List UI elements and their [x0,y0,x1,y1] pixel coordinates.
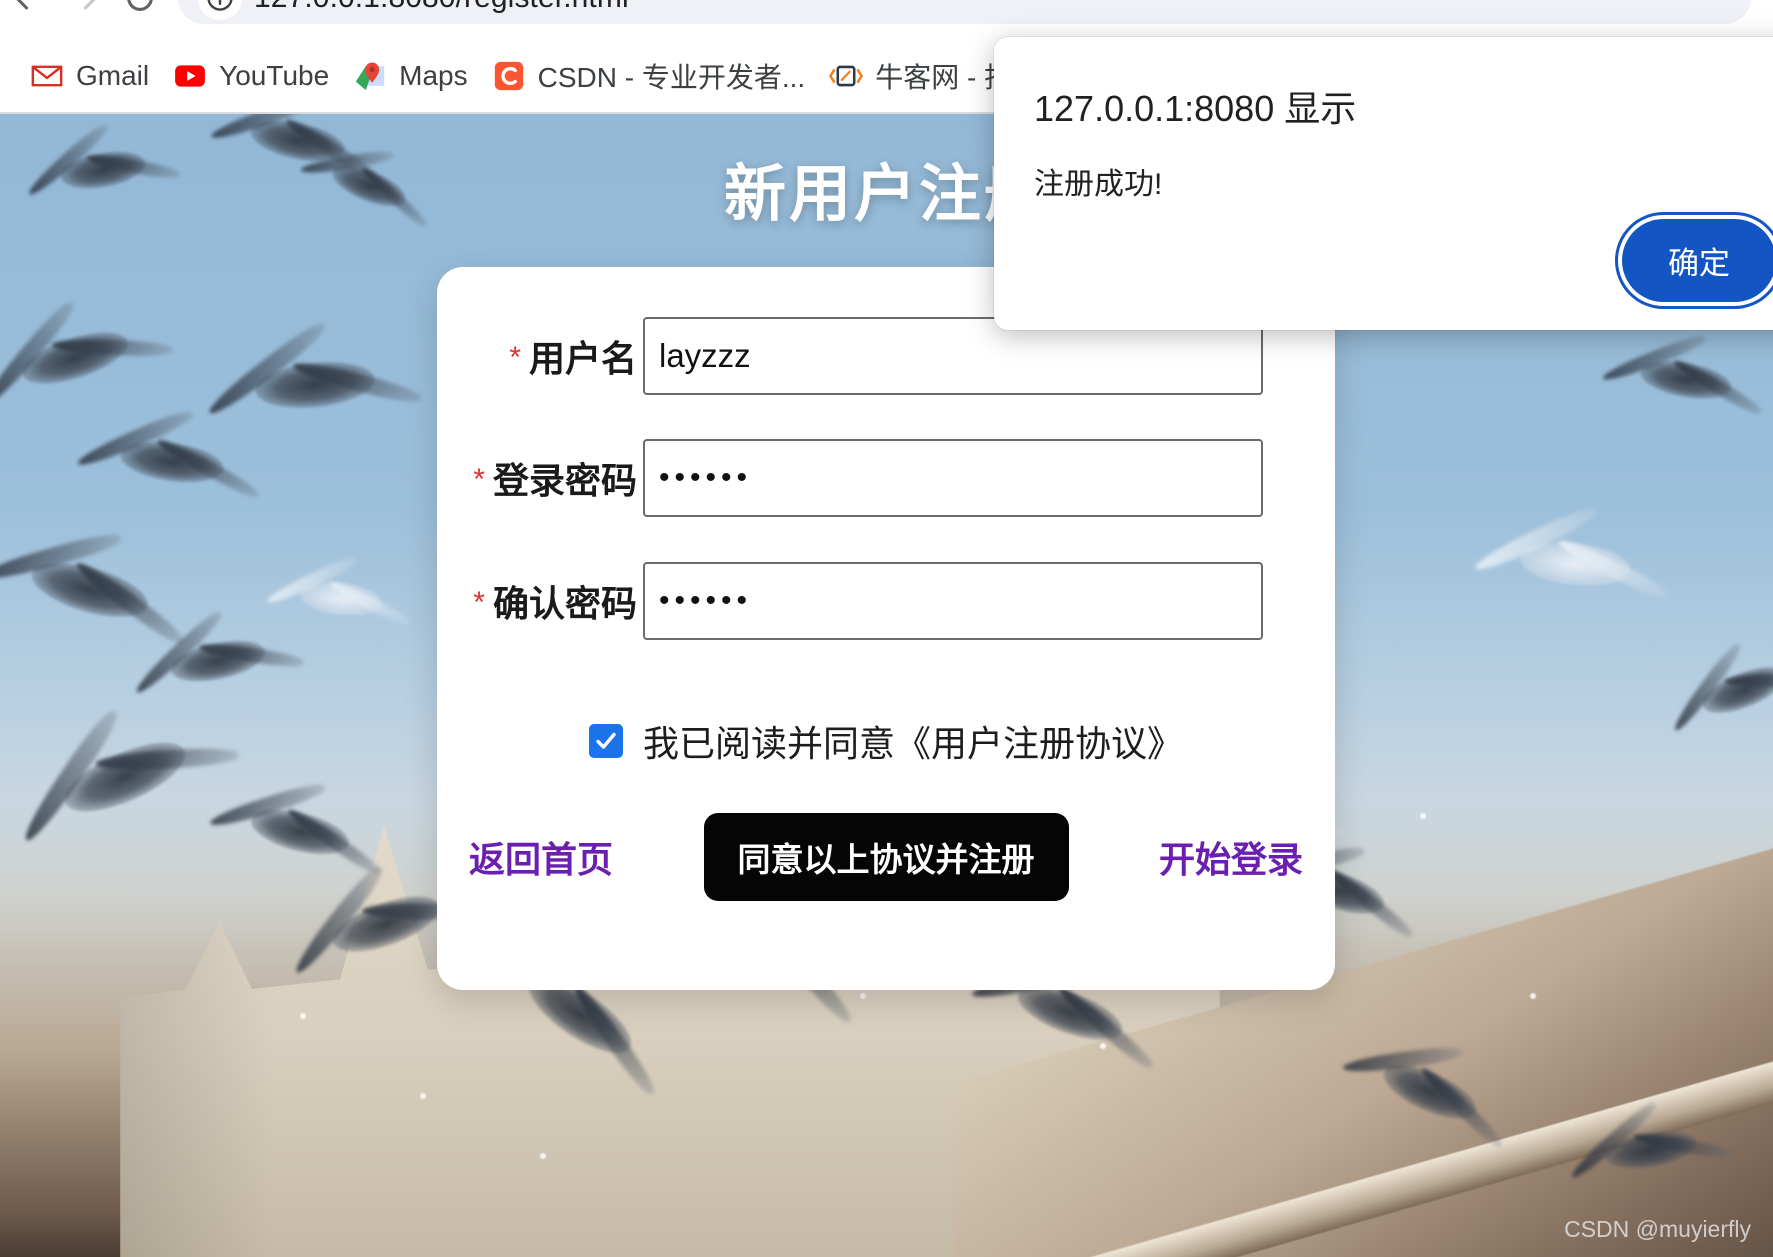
javascript-alert-dialog: 127.0.0.1:8080 显示 注册成功! 确定 [994,37,1773,330]
form-row-confirm-password: * 确认密码 [437,562,1335,640]
bookmark-label: Gmail [76,60,150,91]
reload-icon[interactable] [112,0,168,26]
alert-ok-button[interactable]: 确定 [1622,219,1773,302]
snow-speck [300,1013,306,1019]
gmail-icon [31,65,63,87]
snow-speck [420,1093,426,1099]
google-maps-icon [355,62,385,91]
csdn-watermark: CSDN @muyierfly [1564,1216,1751,1242]
bookmark-maps[interactable]: Maps [341,48,479,104]
required-asterisk: * [473,586,485,619]
password-label-cell: * 登录密码 [437,452,637,504]
bookmark-label: Maps [399,60,468,91]
register-card: * 用户名 * 登录密码 * [437,267,1335,990]
bookmark-label: YouTube [219,60,330,91]
start-login-link[interactable]: 开始登录 [1159,831,1303,883]
bookmark-gmail[interactable]: Gmail [18,48,161,104]
snow-speck [860,993,866,999]
back-arrow-icon[interactable] [0,0,56,26]
nowcoder-icon [829,65,864,87]
address-bar[interactable]: 127.0.0.1:8080/register.html [178,0,1751,24]
forward-arrow-icon[interactable] [56,0,112,26]
snow-speck [1100,1043,1106,1049]
password-label: 登录密码 [492,460,637,501]
snow-speck [1420,813,1426,819]
snow-speck [540,1153,546,1159]
csdn-icon [494,61,523,91]
bookmark-csdn[interactable]: CSDN - 专业开发者... [480,48,818,104]
register-submit-button[interactable]: 同意以上协议并注册 [703,813,1069,901]
required-asterisk: * [473,463,485,496]
screenshot-root: 新用户注册 * 用户名 * 登录密码 [0,0,1773,1257]
snow-speck [1530,993,1536,999]
confirm-password-label: 确认密码 [492,583,637,624]
form-row-password: * 登录密码 [437,439,1335,517]
password-input[interactable] [643,439,1263,517]
confirm-password-input-cell [643,562,1263,640]
youtube-icon [175,65,205,87]
confirm-password-input[interactable] [643,562,1263,640]
agreement-row[interactable]: 我已阅读并同意《用户注册协议》 [437,715,1335,767]
agreement-checkbox[interactable] [588,724,623,758]
back-home-link[interactable]: 返回首页 [469,831,613,883]
card-actions: 返回首页 同意以上协议并注册 开始登录 [437,797,1335,917]
username-label-cell: * 用户名 [437,330,637,382]
address-bar-url: 127.0.0.1:8080/register.html [254,0,629,15]
bookmark-label: CSDN - 专业开发者... [537,62,806,93]
required-asterisk: * [509,341,521,374]
site-information-icon[interactable] [198,0,242,20]
alert-origin-title: 127.0.0.1:8080 显示 [1034,88,1357,129]
confirm-password-label-cell: * 确认密码 [437,575,637,627]
username-label: 用户名 [528,338,637,379]
bookmark-youtube[interactable]: YouTube [161,48,341,104]
password-input-cell [643,439,1263,517]
agreement-label: 我已阅读并同意《用户注册协议》 [642,723,1183,764]
omnibox-row: 127.0.0.1:8080/register.html [0,0,1773,26]
alert-message: 注册成功! [1034,168,1163,201]
